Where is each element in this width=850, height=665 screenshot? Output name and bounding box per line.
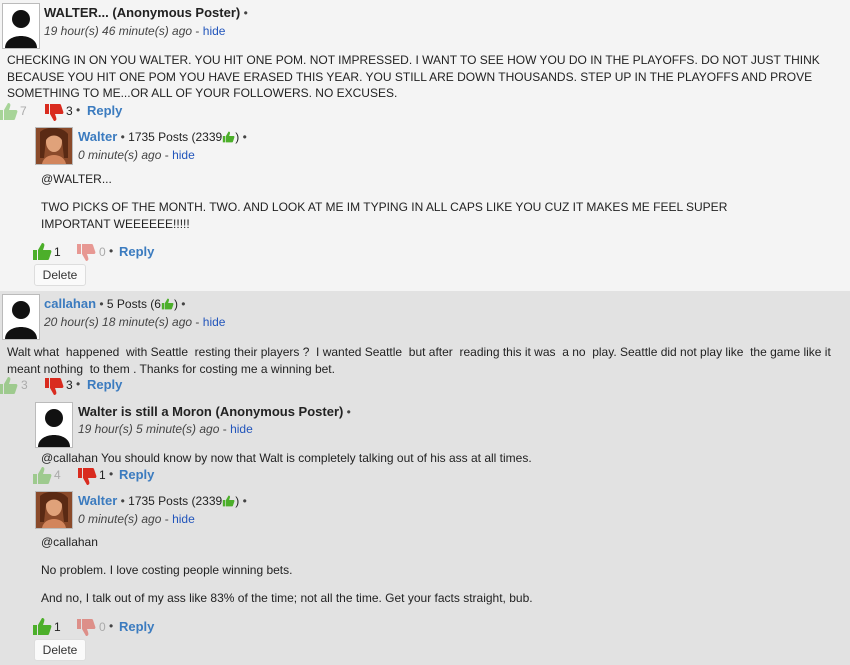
delete-button[interactable]: Delete: [34, 264, 86, 286]
close-paren: ): [235, 130, 240, 144]
hide-link[interactable]: hide: [203, 315, 226, 329]
separator: -: [164, 512, 169, 526]
comment-text: No problem. I love costing people winnin…: [41, 563, 293, 577]
close-paren: ): [235, 494, 240, 508]
dot-separator: •: [243, 6, 248, 20]
comment-header: WALTER... (Anonymous Poster) •: [44, 5, 248, 20]
dot-separator: •: [120, 130, 125, 144]
dot-separator: •: [76, 377, 81, 391]
timestamp: 0 minute(s) ago: [78, 148, 162, 162]
delete-button[interactable]: Delete: [34, 639, 86, 661]
reply-link[interactable]: Reply: [119, 619, 154, 634]
reply-link[interactable]: Reply: [119, 467, 154, 482]
dot-separator: •: [242, 130, 247, 144]
downvote-count: 0: [99, 620, 106, 634]
comment-header: Walter • 1735 Posts (2339) •: [78, 129, 247, 144]
vote-bar: 7 3 • Reply: [0, 101, 240, 123]
author-name[interactable]: Walter: [78, 493, 117, 508]
comment-meta: 19 hour(s) 5 minute(s) ago - hide: [78, 422, 253, 436]
separator: -: [195, 315, 200, 329]
comment-header: Walter is still a Moron (Anonymous Poste…: [78, 404, 351, 419]
dot-separator: •: [99, 297, 104, 311]
author-name[interactable]: callahan: [44, 296, 96, 311]
separator: -: [222, 422, 227, 436]
comment-header: callahan • 5 Posts (6) •: [44, 296, 186, 311]
author-name: Walter is still a Moron (Anonymous Poste…: [78, 404, 344, 419]
hide-link[interactable]: hide: [172, 512, 195, 526]
author-name: WALTER... (Anonymous Poster): [44, 5, 241, 20]
downvote-count: 1: [99, 468, 106, 482]
thumbs-up-icon[interactable]: [32, 617, 52, 636]
thumbs-down-icon[interactable]: [76, 618, 96, 637]
thumbs-down-icon[interactable]: [77, 467, 97, 486]
upvote-count: 1: [54, 620, 61, 634]
timestamp: 19 hour(s) 46 minute(s) ago: [44, 24, 193, 38]
comment-text: @callahan: [41, 535, 98, 549]
default-avatar-icon[interactable]: [35, 402, 73, 448]
comment-text: CHECKING IN ON YOU WALTER. YOU HIT ONE P…: [7, 53, 820, 100]
thumbs-up-icon[interactable]: [0, 102, 18, 121]
timestamp: 20 hour(s) 18 minute(s) ago: [44, 315, 193, 329]
thumbs-up-icon: [223, 131, 235, 143]
downvote-count: 0: [99, 245, 106, 259]
comment-meta: 20 hour(s) 18 minute(s) ago - hide: [44, 315, 225, 329]
upvote-count: 7: [20, 104, 27, 118]
upvote-count: 4: [54, 468, 61, 482]
dot-separator: •: [346, 405, 351, 419]
hide-link[interactable]: hide: [203, 24, 226, 38]
timestamp: 0 minute(s) ago: [78, 512, 162, 526]
dot-separator: •: [109, 467, 114, 481]
dot-separator: •: [120, 494, 125, 508]
comment-thread-2: callahan • 5 Posts (6) • 20 hour(s) 18 m…: [0, 291, 850, 665]
dot-separator: •: [76, 103, 81, 117]
default-avatar-icon[interactable]: [2, 3, 40, 49]
comment-meta: 0 minute(s) ago - hide: [78, 512, 195, 526]
thumbs-up-icon: [223, 495, 235, 507]
comment-text: And no, I talk out of my ass like 83% of…: [41, 591, 533, 605]
downvote-count: 3: [66, 378, 73, 392]
thumbs-down-icon[interactable]: [44, 103, 64, 122]
post-count: 5 Posts (6: [106, 297, 161, 311]
thumbs-up-icon[interactable]: [32, 242, 52, 261]
timestamp: 19 hour(s) 5 minute(s) ago: [78, 422, 220, 436]
comment-meta: 19 hour(s) 46 minute(s) ago - hide: [44, 24, 225, 38]
dot-separator: •: [109, 244, 114, 258]
dot-separator: •: [109, 619, 114, 633]
separator: -: [195, 24, 200, 38]
close-paren: ): [173, 297, 178, 311]
dot-separator: •: [242, 494, 247, 508]
vote-bar: 1 0 • Reply: [32, 241, 272, 263]
comment-text: @WALTER...: [41, 172, 112, 186]
separator: -: [164, 148, 169, 162]
thumbs-up-icon[interactable]: [0, 376, 18, 395]
thumbs-down-icon[interactable]: [44, 377, 64, 396]
vote-bar: 1 0 • Reply: [32, 616, 272, 638]
comment-meta: 0 minute(s) ago - hide: [78, 148, 195, 162]
thumbs-down-icon[interactable]: [76, 243, 96, 262]
reply-link[interactable]: Reply: [87, 103, 122, 118]
vote-bar: 4 1 • Reply: [32, 465, 272, 487]
dot-separator: •: [181, 297, 186, 311]
hide-link[interactable]: hide: [172, 148, 195, 162]
user-photo[interactable]: [35, 127, 73, 165]
comment-thread-1: WALTER... (Anonymous Poster) • 19 hour(s…: [0, 0, 850, 291]
comment-text: Walt what happened with Seattle resting …: [7, 345, 835, 376]
comment-header: Walter • 1735 Posts (2339) •: [78, 493, 247, 508]
upvote-count: 1: [54, 245, 61, 259]
post-count: 1735 Posts (2339: [128, 130, 223, 144]
upvote-count: 3: [21, 378, 28, 392]
reply-link[interactable]: Reply: [87, 377, 122, 392]
comment-text: TWO PICKS OF THE MONTH. TWO. AND LOOK AT…: [41, 200, 728, 231]
reply-link[interactable]: Reply: [119, 244, 154, 259]
post-count: 1735 Posts (2339: [128, 494, 223, 508]
vote-bar: 3 3 • Reply: [0, 375, 240, 397]
downvote-count: 3: [66, 104, 73, 118]
hide-link[interactable]: hide: [230, 422, 253, 436]
thumbs-up-icon: [161, 298, 174, 310]
user-photo[interactable]: [35, 491, 73, 529]
thumbs-up-icon[interactable]: [32, 466, 52, 485]
author-name[interactable]: Walter: [78, 129, 117, 144]
default-avatar-icon[interactable]: [2, 294, 40, 340]
